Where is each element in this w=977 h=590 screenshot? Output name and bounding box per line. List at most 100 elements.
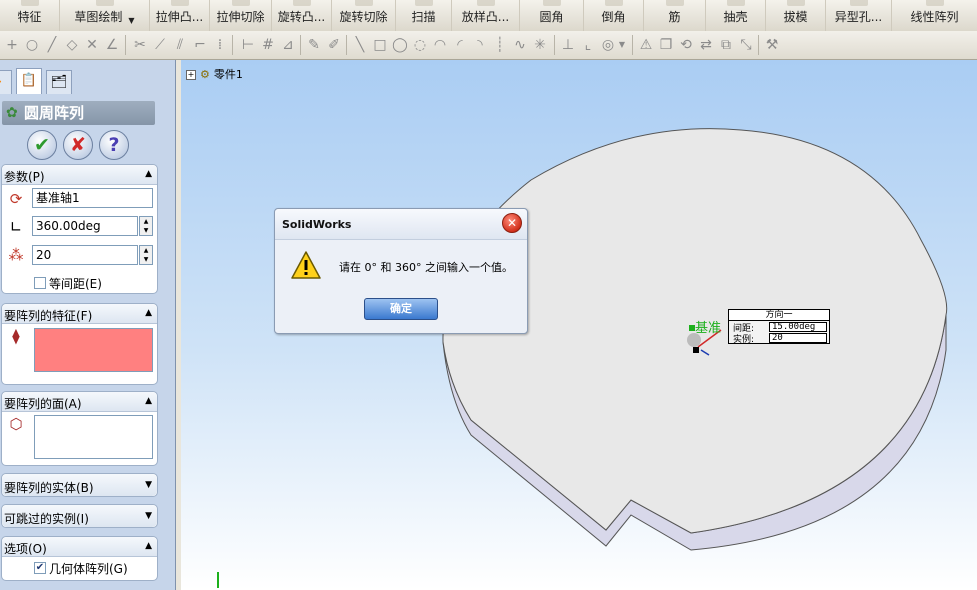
instances-spinner[interactable]: ▲ ▼ xyxy=(139,245,153,265)
sketch-circle-icon[interactable]: ◯ xyxy=(392,37,408,53)
move-icon[interactable]: ⇄ xyxy=(698,37,714,53)
chevron-down-icon[interactable]: ▼ xyxy=(128,16,134,25)
cancel-button[interactable]: ✘ xyxy=(63,130,93,160)
smart-sketch-icon[interactable]: ✐ xyxy=(326,37,342,53)
parameters-header[interactable]: 参数(P) ▲ xyxy=(2,165,157,185)
relation-icon[interactable]: ⊿ xyxy=(280,37,296,53)
cmd-loft[interactable]: 放样凸... xyxy=(452,0,520,31)
equal-spacing-checkbox[interactable] xyxy=(34,277,46,289)
cmd-linear-pattern[interactable]: 线性阵列 xyxy=(892,0,977,31)
polygon-icon[interactable]: ◇ xyxy=(64,37,80,53)
skip-header[interactable]: 可跳过的实例(I) ▼ xyxy=(2,505,157,527)
parameters-group: 参数(P) ▲ ⟳ 基准轴1 ∟ 360.00deg ▲ ▼ ⁂ 20 ▲ ▼ 等间… xyxy=(1,164,158,294)
property-manager: 🔸 📋 🗂 ✿ 圆周阵列 ✔ ✘ ? 参数(P) ▲ ⟳ 基准轴1 ∟ 360.… xyxy=(0,60,176,590)
offset-icon[interactable]: ⫽ xyxy=(172,37,188,53)
cross-icon[interactable]: ✕ xyxy=(84,37,100,53)
dimension-icon[interactable]: ⊢ xyxy=(240,37,256,53)
tab-property-manager[interactable]: 📋 xyxy=(16,68,42,94)
instances-input[interactable]: 20 xyxy=(32,245,138,265)
options-group: 选项(O) ▲ ✔ 几何体阵列(G) xyxy=(1,536,158,581)
check-icon: ✔ xyxy=(34,134,50,156)
axis-label: 基准 xyxy=(695,321,722,336)
cmd-sketch[interactable]: 草图绘制 ▼ xyxy=(60,0,150,31)
warning-tool-icon[interactable]: ⚠ xyxy=(638,37,654,53)
corner-icon[interactable]: ⌐ xyxy=(192,37,208,53)
cmd-features[interactable]: 特征 xyxy=(0,0,60,31)
callout-instances-label: 实例: xyxy=(733,335,755,345)
cmd-hole-wizard[interactable]: 异型孔... xyxy=(826,0,892,31)
pm-title-bar: ✿ 圆周阵列 xyxy=(2,101,155,125)
geometry-pattern-checkbox[interactable]: ✔ xyxy=(34,562,46,574)
cmd-shell[interactable]: 抽壳 xyxy=(706,0,766,31)
three-point-arc-icon[interactable]: ◝ xyxy=(472,37,488,53)
cmd-fillet[interactable]: 圆角 xyxy=(520,0,584,31)
ok-button[interactable]: ✔ xyxy=(27,130,57,160)
cmd-extrude-boss[interactable]: 拉伸凸... xyxy=(150,0,210,31)
fillet-sketch-icon[interactable]: ⌞ xyxy=(580,37,596,53)
grid-icon[interactable]: # xyxy=(260,37,276,53)
dialog-ok-button[interactable]: 确定 xyxy=(364,298,438,320)
scale-icon[interactable]: ⧉ xyxy=(718,37,734,53)
callout-header: 方向一 xyxy=(729,310,829,321)
axis-field[interactable]: 基准轴1 xyxy=(32,188,153,208)
collapse-icon[interactable]: ▲ xyxy=(145,396,152,406)
expand-icon[interactable]: ▼ xyxy=(145,480,152,490)
repair-icon[interactable]: ⚒ xyxy=(764,37,780,53)
expand-icon[interactable]: ▼ xyxy=(145,511,152,521)
cmd-revolve-boss[interactable]: 旋转凸... xyxy=(272,0,332,31)
circular-pattern-icon: ✿ xyxy=(6,105,18,121)
bodies-to-pattern-group: 要阵列的实体(B) ▼ xyxy=(1,473,158,497)
sketch-point-icon[interactable]: ✳ xyxy=(532,37,548,53)
bodies-header[interactable]: 要阵列的实体(B) ▼ xyxy=(2,474,157,496)
collapse-icon[interactable]: ▲ xyxy=(145,541,152,551)
options-header[interactable]: 选项(O) ▲ xyxy=(2,537,157,557)
extend-icon[interactable]: ⟋ xyxy=(152,37,168,53)
tab-feature-manager[interactable]: 🔸 xyxy=(0,70,12,94)
faces-header[interactable]: 要阵列的面(A) ▲ xyxy=(2,392,157,412)
chevron-down-icon[interactable]: ▼ xyxy=(614,37,630,53)
tangent-arc-icon[interactable]: ◜ xyxy=(452,37,468,53)
features-to-pattern-group: 要阵列的特征(F) ▲ ⧫ xyxy=(1,303,158,385)
faces-selection-box[interactable] xyxy=(34,415,153,459)
arc-icon[interactable]: ◠ xyxy=(432,37,448,53)
cmd-revolve-cut[interactable]: 旋转切除 xyxy=(332,0,396,31)
sketch-line-icon[interactable]: ╲ xyxy=(352,37,368,53)
cmd-extrude-cut[interactable]: 拉伸切除 xyxy=(210,0,272,31)
features-selection-box[interactable] xyxy=(34,328,153,372)
angle-icon[interactable]: ∠ xyxy=(104,37,120,53)
dialog-close-button[interactable]: ✕ xyxy=(502,213,522,233)
spline-icon[interactable]: ∿ xyxy=(512,37,528,53)
collapse-icon[interactable]: ▲ xyxy=(145,169,152,179)
axis-direction-icon[interactable]: ⟳ xyxy=(6,189,26,209)
help-button[interactable]: ? xyxy=(99,130,129,160)
tab-configuration-manager[interactable]: 🗂 xyxy=(46,70,72,94)
rectangle-icon[interactable]: □ xyxy=(372,37,388,53)
dialog-title-bar[interactable]: SolidWorks ✕ xyxy=(275,209,527,240)
callout-instances-input[interactable]: 20 xyxy=(769,333,827,343)
command-manager: 特征 草图绘制 ▼ 拉伸凸... 拉伸切除 旋转凸... 旋转切除 扫描 放样凸.… xyxy=(0,0,977,32)
warning-icon xyxy=(291,251,321,279)
equal-spacing-label: 等间距(E) xyxy=(49,277,102,291)
sketch-icon[interactable]: ✎ xyxy=(306,37,322,53)
collapse-icon[interactable]: ▲ xyxy=(145,308,152,318)
perimeter-circle-icon[interactable]: ◌ xyxy=(412,37,428,53)
line-icon[interactable]: ╱ xyxy=(44,37,60,53)
features-header[interactable]: 要阵列的特征(F) ▲ xyxy=(2,304,157,324)
dialog-title: SolidWorks xyxy=(282,218,352,231)
cmd-sweep[interactable]: 扫描 xyxy=(396,0,452,31)
cmd-draft[interactable]: 拔模 xyxy=(766,0,826,31)
centerline-icon[interactable]: ┊ xyxy=(492,37,508,53)
angle-input[interactable]: 360.00deg xyxy=(32,216,138,236)
cmd-chamfer[interactable]: 倒角 xyxy=(584,0,644,31)
trim-icon[interactable]: ✂ xyxy=(132,37,148,53)
modify-icon[interactable]: ⤡ xyxy=(738,37,754,53)
angle-spinner[interactable]: ▲ ▼ xyxy=(139,216,153,236)
circle-icon[interactable]: ○ xyxy=(24,37,40,53)
point-icon[interactable]: + xyxy=(4,37,20,53)
grid-snap-icon[interactable]: ⁞ xyxy=(212,37,228,53)
rotate-icon[interactable]: ⟲ xyxy=(678,37,694,53)
callout-spacing-input[interactable]: 15.00deg xyxy=(769,322,827,332)
cmd-rib[interactable]: 筋 xyxy=(644,0,706,31)
copy-icon[interactable]: ❐ xyxy=(658,37,674,53)
mirror-icon[interactable]: ⊥ xyxy=(560,37,576,53)
